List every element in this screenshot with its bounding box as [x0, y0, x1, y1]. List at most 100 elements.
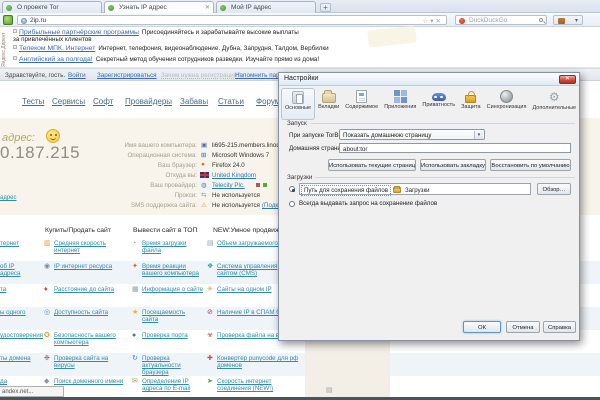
category-applications[interactable]: Приложения: [381, 88, 419, 120]
close-icon[interactable]: ✕: [559, 75, 576, 84]
tab-uznat-ip-adres[interactable]: Узнать IP адрес ✕: [104, 1, 214, 13]
dialog-category-bar: Основные Вкладки Содержимое Приложения П…: [281, 88, 579, 120]
use-current-pages-button[interactable]: Использовать текущие страницы: [328, 159, 416, 171]
bookmarks-panel-button[interactable]: ▾: [553, 15, 583, 25]
service-link[interactable]: Расстояние до сайта: [54, 286, 128, 293]
category-advanced[interactable]: Дополнительные: [529, 88, 579, 120]
startup-mode-select[interactable]: Показать домашнюю страницу: [339, 129, 485, 140]
proxy-icon: ⇆: [201, 191, 206, 199]
group-downloads: Загрузки: [287, 174, 575, 181]
nav-item-forum[interactable]: Форум: [256, 97, 280, 106]
tab-favicon: [108, 5, 114, 11]
restore-default-button[interactable]: Восстановить по умолчанию: [490, 159, 571, 171]
service-link[interactable]: Время реакции вашего компьютера: [142, 263, 203, 277]
service-link[interactable]: Доступность сайта: [54, 309, 128, 316]
cms-icon: ❖: [207, 263, 213, 270]
promo-buy-sell-link[interactable]: Купить/Продать сайт: [45, 227, 111, 234]
use-bookmark-button[interactable]: Использовать закладку…: [420, 159, 486, 171]
nav-item-servisy[interactable]: Сервисы: [52, 97, 85, 106]
service-link[interactable]: Безопасность вашего компьютера: [54, 332, 128, 346]
service-link[interactable]: Проверка сайта на вирусы: [54, 355, 128, 369]
register-link[interactable]: Зарегистрироваться: [97, 72, 157, 79]
category-tabs[interactable]: Вкладки: [315, 88, 342, 120]
help-button[interactable]: Справка: [543, 321, 576, 333]
printer-icon[interactable]: [256, 183, 260, 187]
ad-checkbox-icon[interactable]: [13, 45, 17, 49]
service-link-fragment[interactable]: тернет: [0, 240, 36, 247]
category-security[interactable]: Защита: [458, 88, 484, 120]
search-magnifier-icon[interactable]: [539, 18, 543, 22]
torbutton-icon[interactable]: [3, 15, 13, 25]
nav-item-testy[interactable]: Тесты: [22, 97, 44, 106]
service-link[interactable]: Время загрузки файла: [142, 240, 203, 254]
service-link-fragment[interactable]: ты домена: [0, 355, 36, 362]
ad-item: Прибыльные партнёрские программыПрисоеди…: [13, 29, 299, 36]
login-link[interactable]: Войти: [68, 72, 86, 79]
service-link[interactable]: Поиск доменного имени: [54, 378, 128, 385]
ad-title-link[interactable]: Английский за полгода!: [19, 56, 93, 63]
ad-title-link[interactable]: Телеком МПК. Интернет: [19, 45, 95, 52]
always-ask-label[interactable]: Всегда выдавать запрос на сохранение фай…: [299, 200, 437, 207]
speed-test-icon: ➤: [207, 378, 213, 385]
service-link[interactable]: Конвертер punycode для рф доменов: [217, 355, 299, 369]
promo-top-link[interactable]: Вывести сайт в ТОП: [133, 227, 197, 234]
service-link[interactable]: Определение IP адреса по E-mail: [142, 378, 203, 392]
save-path-radio-label[interactable]: Путь для сохранения файлов: [301, 185, 391, 196]
table-row: да ◆Поиск доменного имени ✉Определение I…: [0, 376, 600, 397]
service-link[interactable]: Средняя скорость интернет: [54, 240, 128, 254]
homepage-input[interactable]: about:tor: [339, 143, 571, 153]
dialog-titlebar[interactable]: Настройки ✕: [279, 73, 579, 86]
cancel-button[interactable]: Отмена: [506, 321, 540, 333]
service-link[interactable]: Информация о сайте: [142, 286, 203, 293]
virus-file-icon: ☣: [207, 332, 213, 339]
provider-link[interactable]: Telecity Plc.: [212, 182, 245, 189]
page-content-icon: [356, 90, 367, 103]
nav-item-stati[interactable]: Статьи: [218, 97, 244, 106]
service-link-fragment[interactable]: ы одного: [0, 309, 36, 316]
url-bar[interactable]: 2ip.ru ☆▾✕: [17, 15, 447, 25]
service-link[interactable]: Проверка порта: [142, 332, 203, 339]
always-ask-radio[interactable]: [289, 201, 295, 207]
tab-moy-ip-adres[interactable]: Мой IP адрес: [216, 1, 316, 13]
service-link[interactable]: Проверка актуальности браузера: [142, 355, 203, 376]
ad-title-link[interactable]: Прибыльные партнёрские программы: [19, 29, 139, 36]
service-link-fragment[interactable]: об IP адреса: [0, 263, 36, 277]
category-general[interactable]: Основные: [281, 88, 315, 120]
reaction-time-icon: ✦: [132, 263, 138, 270]
browse-button[interactable]: Обзор…: [537, 183, 571, 195]
service-link-fragment[interactable]: да: [0, 378, 36, 385]
applications-icon: [394, 90, 407, 103]
ok-button[interactable]: ОК: [463, 321, 501, 333]
site-info-icon: ▦: [132, 286, 139, 293]
category-content[interactable]: Содержимое: [342, 88, 381, 120]
nav-item-soft[interactable]: Софт: [93, 97, 113, 106]
service-link[interactable]: Посещаемость сайта: [142, 309, 203, 323]
register-hint-link[interactable]: Зачем нужна регистрация?: [161, 72, 241, 79]
service-link-fragment[interactable]: та: [0, 286, 36, 293]
same-ip-icon: ✳: [207, 286, 213, 293]
save-path-value: Загрузки: [405, 187, 430, 194]
navigation-toolbar: 2ip.ru ☆▾✕ DuckDuckGo ▾: [0, 13, 600, 27]
category-privacy[interactable]: Приватность: [419, 88, 458, 120]
service-link[interactable]: IP интернет ресурса: [54, 263, 128, 270]
signal-bars-icon[interactable]: [263, 183, 267, 187]
country-link[interactable]: United Kingdom: [212, 172, 256, 179]
save-path-radio[interactable]: [289, 186, 295, 192]
tab-about-tor[interactable]: О проекте Tor: [2, 1, 102, 13]
nav-item-provaydery[interactable]: Провайдеры: [125, 97, 172, 106]
nav-item-zabavy[interactable]: Забавы: [180, 97, 208, 106]
yandex-direct-ads: Яндекс.Директ Прибыльные партнёрские про…: [0, 27, 600, 68]
new-tab-button[interactable]: +: [320, 3, 331, 12]
tab-close-icon[interactable]: ✕: [205, 4, 210, 11]
ad-checkbox-icon[interactable]: [13, 29, 17, 33]
service-link-fragment[interactable]: удостоверения: [0, 332, 36, 339]
save-path-field: Путь для сохранения файлов Загрузки: [299, 183, 531, 195]
category-sync[interactable]: Синхронизация: [484, 88, 530, 120]
search-placeholder: DuckDuckGo: [469, 17, 507, 24]
search-input[interactable]: DuckDuckGo: [455, 15, 547, 25]
chevron-down-icon: [474, 131, 483, 139]
ad-checkbox-icon[interactable]: [13, 56, 17, 60]
service-link[interactable]: Скорость интернет соединения (NEW!): [217, 378, 299, 392]
stop-icon[interactable]: ✕: [436, 18, 443, 25]
ad-desc: Интернет, телефония, видеонаблюдение. Ду…: [98, 45, 328, 52]
